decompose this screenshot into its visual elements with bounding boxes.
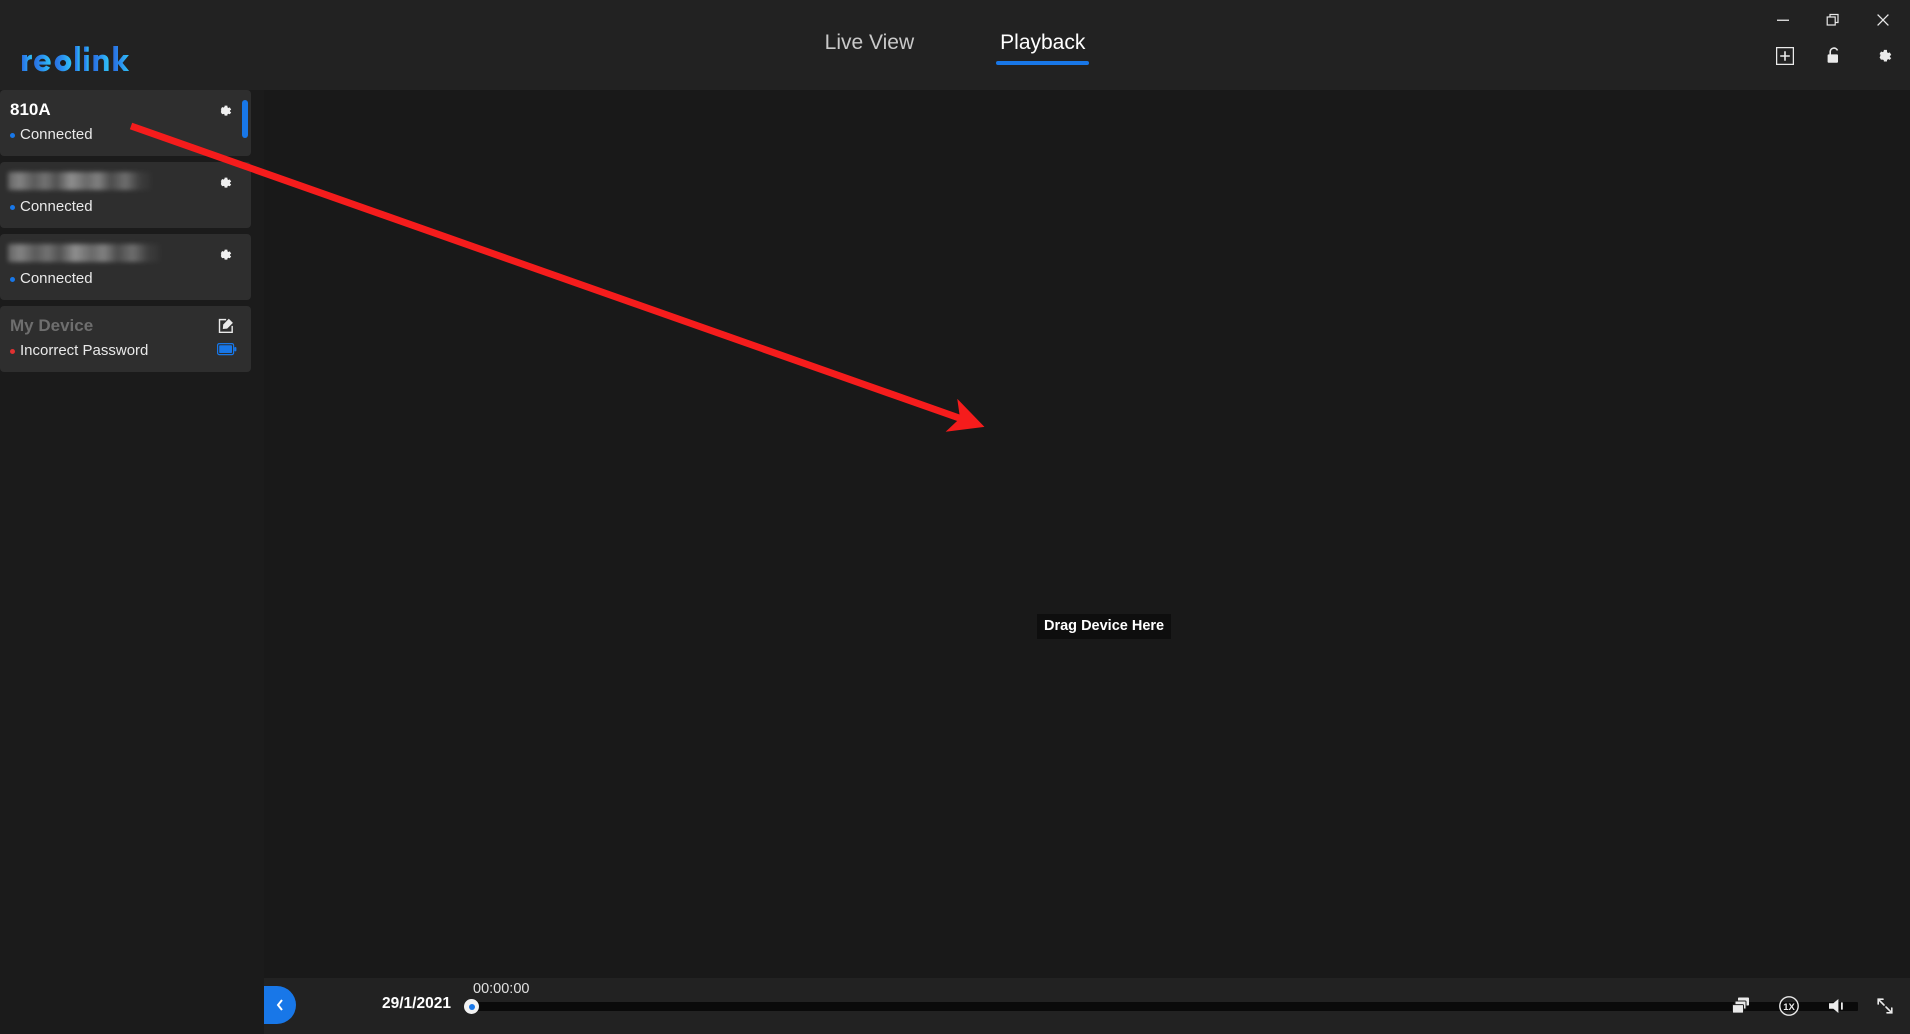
header-toolbar (1774, 44, 1894, 68)
status-dot (10, 204, 15, 210)
lock-icon[interactable] (1823, 45, 1845, 67)
device-settings-gear-icon[interactable] (215, 102, 233, 120)
speed-icon[interactable]: 1X (1778, 995, 1800, 1017)
device-status: Connected (10, 126, 93, 144)
close-icon[interactable] (1870, 9, 1896, 31)
device-item-3[interactable]: Connected (0, 234, 251, 300)
collapse-panel-button[interactable] (264, 986, 296, 1024)
window-controls (1770, 8, 1896, 32)
title-bar: Live View Playback (0, 0, 1910, 90)
device-item-my-device[interactable]: My Device Incorrect Password (0, 306, 251, 372)
fullscreen-icon[interactable] (1874, 995, 1896, 1017)
timeline-track[interactable] (476, 1002, 1858, 1011)
device-status-label: Connected (20, 198, 93, 215)
tab-live-view[interactable]: Live View (821, 26, 919, 65)
playback-time: 00:00:00 (473, 981, 530, 997)
device-settings-gear-icon[interactable] (215, 174, 233, 192)
device-status-label: Incorrect Password (20, 342, 149, 359)
device-item-2[interactable]: Connected (0, 162, 251, 228)
tab-playback[interactable]: Playback (996, 26, 1090, 65)
device-status-label: Connected (20, 270, 93, 287)
device-status: Connected (10, 270, 93, 288)
playback-bar: 29/1/2021 00:00:00 1X (264, 978, 1910, 1034)
device-item-810a[interactable]: 810A Connected (0, 90, 251, 156)
layers-icon[interactable] (1730, 995, 1752, 1017)
video-stage[interactable]: Drag Device Here (264, 90, 1910, 978)
volume-icon[interactable] (1826, 995, 1848, 1017)
device-settings-gear-icon[interactable] (215, 246, 233, 264)
main-tabs: Live View Playback (0, 0, 1910, 90)
add-device-icon[interactable] (1774, 45, 1796, 67)
status-dot (10, 132, 15, 138)
drop-device-hint: Drag Device Here (1037, 614, 1172, 639)
device-name-redacted (8, 172, 151, 190)
gear-icon[interactable] (1872, 45, 1894, 67)
device-sidebar: 810A Connected Connected Connected My De… (0, 90, 264, 1034)
reolink-client-window: Live View Playback 810A Connected Connec… (0, 0, 1910, 1034)
battery-icon[interactable] (217, 343, 237, 356)
playback-controls: 1X (1730, 978, 1896, 1034)
restore-icon[interactable] (1820, 9, 1846, 31)
device-status: Incorrect Password (10, 342, 148, 360)
device-name: My Device (10, 316, 94, 335)
device-name-redacted (8, 244, 160, 262)
status-dot (10, 348, 15, 354)
playback-date: 29/1/2021 (382, 995, 451, 1012)
device-name: 810A (10, 100, 51, 119)
minimize-icon[interactable] (1770, 9, 1796, 31)
device-status: Connected (10, 198, 93, 216)
sidebar-scrollbar-thumb[interactable] (242, 100, 248, 138)
device-status-label: Connected (20, 126, 93, 143)
edit-device-icon[interactable] (218, 317, 235, 334)
status-dot (10, 276, 15, 282)
svg-text:1X: 1X (1783, 1002, 1795, 1013)
timeline-handle[interactable] (464, 999, 479, 1014)
